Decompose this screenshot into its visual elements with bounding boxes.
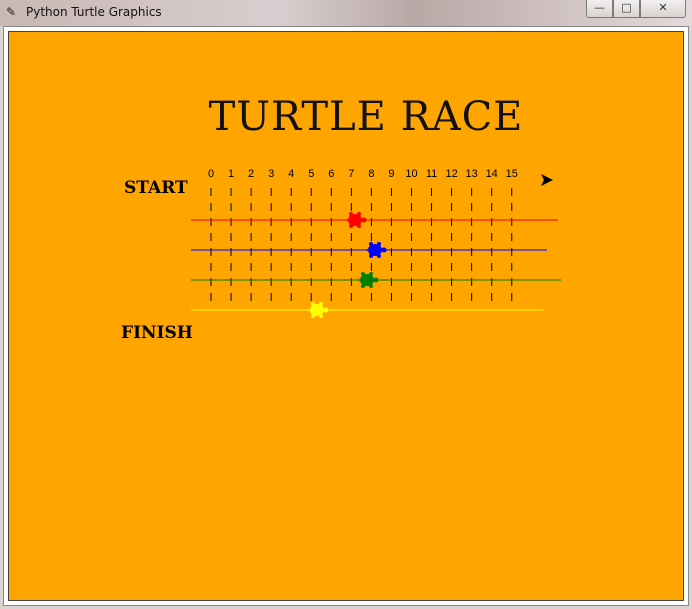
tick-label: 8 [368,168,374,180]
tick-label: 9 [388,168,394,180]
window-frame: TURTLE RACE START FINISH 0 1 2 3 4 5 6 7 8 9 10 11 1… [3,26,689,606]
start-label: START [124,178,188,198]
turtle-icon [344,212,367,228]
tick-label: 14 [486,168,498,180]
turtle-icon [306,302,329,318]
turtle-icon [356,272,379,288]
tick-label: 2 [248,168,254,180]
tick-label: 13 [466,168,478,180]
window-title: Python Turtle Graphics [26,5,162,19]
minimize-button[interactable]: — [586,0,613,18]
maximize-button[interactable]: □ [613,0,640,18]
tick-label: 3 [268,168,274,180]
race-heading: TURTLE RACE [209,94,524,140]
tick-label: 12 [445,168,457,180]
maximize-icon: □ [621,1,632,14]
feather-icon: ✎ [6,5,17,19]
turtle-icon [364,242,387,258]
tick-label: 0 [208,168,214,180]
tick-label: 5 [308,168,314,180]
close-button[interactable]: ✕ [640,0,686,18]
tick-label: 15 [506,168,518,180]
tick-label: 11 [426,168,437,180]
close-icon: ✕ [658,1,668,14]
tick-label: 1 [228,168,234,180]
tick-label: 7 [348,168,354,180]
window-titlebar[interactable]: ✎ Python Turtle Graphics — □ ✕ [0,0,692,26]
tick-label: 4 [288,168,294,180]
tick-label: 10 [405,168,417,180]
race-drawing: TURTLE RACE START FINISH 0 1 2 3 4 5 6 7 8 9 10 11 1… [121,94,561,343]
finish-label: FINISH [121,323,193,343]
minimize-icon: — [594,1,605,14]
arrow-cursor-icon [541,174,553,186]
tick-label: 6 [328,168,334,180]
turtle-canvas[interactable]: TURTLE RACE START FINISH 0 1 2 3 4 5 6 7 8 9 10 11 1… [8,31,684,601]
